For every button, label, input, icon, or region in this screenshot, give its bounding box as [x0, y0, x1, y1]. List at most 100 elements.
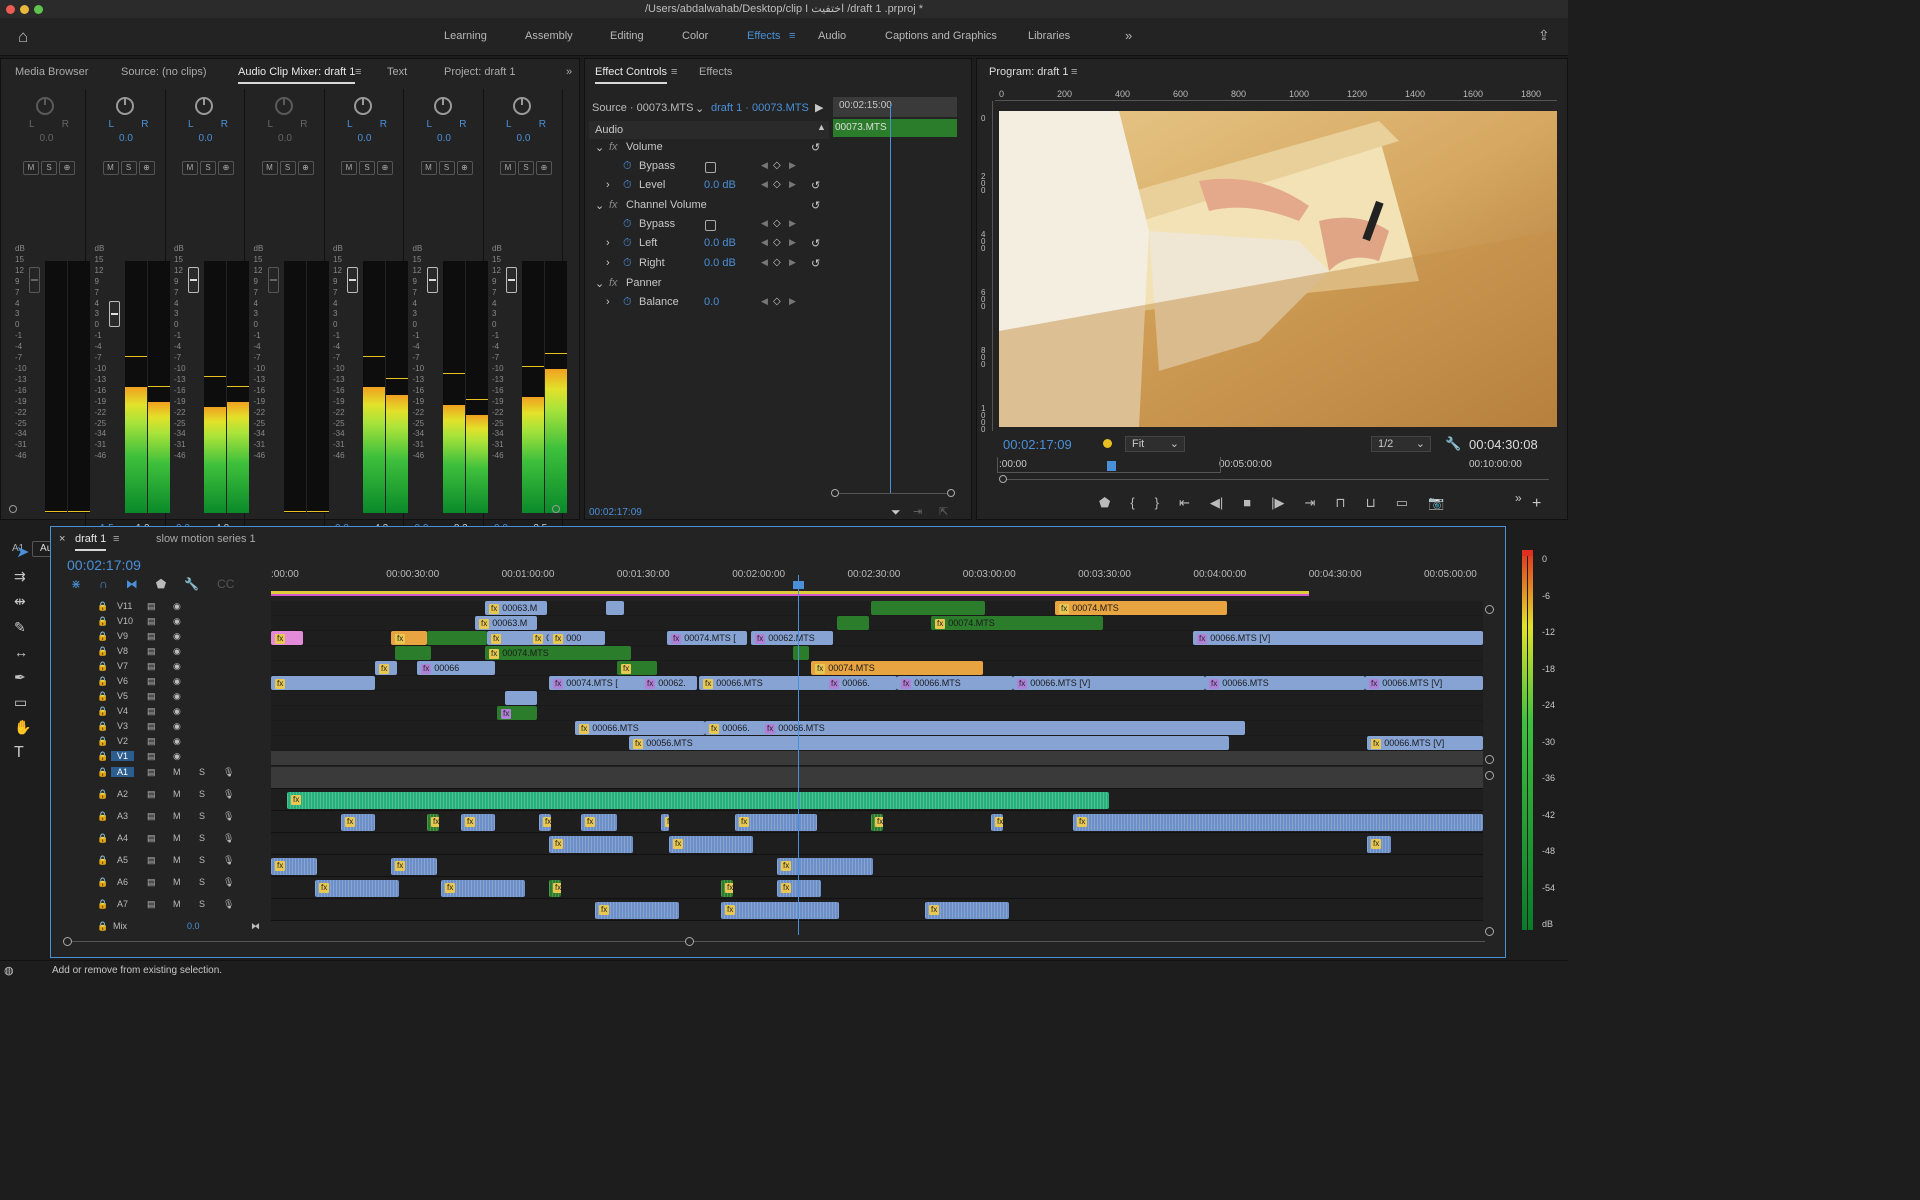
eye-icon[interactable]: ◉	[173, 601, 181, 612]
video-clip[interactable]: fx	[271, 676, 375, 690]
record-enable-button[interactable]: ⊕	[138, 161, 155, 175]
mute-button[interactable]: M	[261, 161, 278, 175]
next-keyframe-icon[interactable]: ▶	[789, 160, 796, 171]
audio-clip[interactable]: fx	[549, 836, 633, 853]
ec-row-left[interactable]: › ⏱ Left 0.0 dB ◀ ◇ ▶ ↺	[585, 237, 825, 256]
video-clip[interactable]	[395, 646, 431, 660]
more-controls-icon[interactable]: »	[1515, 491, 1522, 505]
pan-knob[interactable]	[115, 97, 134, 115]
track-label[interactable]: V2	[117, 736, 128, 746]
lock-icon[interactable]: 🔒	[97, 631, 108, 642]
next-keyframe-icon[interactable]: ▶	[789, 179, 796, 190]
play-audio-icon[interactable]: ⇥	[913, 505, 922, 518]
video-clip[interactable]: fx	[497, 706, 537, 720]
track-label[interactable]: V9	[117, 631, 128, 641]
video-clip[interactable]: fx 00074.MTS [	[667, 631, 747, 645]
mini-timeline[interactable]: :00:00 00:05:00:00 00:10:00:00	[997, 457, 1557, 475]
sync-lock-icon[interactable]: ▤	[147, 691, 156, 702]
marker-icon[interactable]: ⬟	[156, 577, 166, 591]
add-keyframe-icon[interactable]: ◇	[773, 179, 781, 190]
chevron-down-icon[interactable]: ⌄	[695, 102, 704, 115]
stopwatch-icon[interactable]: ⏱	[623, 160, 632, 173]
bypass-checkbox[interactable]	[705, 220, 716, 231]
volume-fader[interactable]	[347, 267, 358, 293]
fit-dropdown[interactable]: Fit ⌄	[1125, 436, 1185, 452]
sync-lock-icon[interactable]: ▤	[147, 616, 156, 627]
reset-icon[interactable]: ↺	[811, 237, 820, 250]
video-track-lane[interactable]	[271, 751, 1483, 766]
razor-tool-icon[interactable]: ✎	[14, 619, 26, 636]
video-clip[interactable]: fx 00066.MTS	[761, 721, 1245, 735]
sync-lock-icon[interactable]: ▤	[147, 877, 156, 888]
volume-fader[interactable]	[506, 267, 517, 293]
selection-tool-icon[interactable]: ➤	[16, 542, 29, 562]
mini-playhead[interactable]	[1107, 461, 1116, 471]
tab-audio-clip-mixer[interactable]: Audio Clip Mixer: draft 1	[238, 66, 356, 84]
program-zoom-left[interactable]	[999, 475, 1007, 483]
slip-tool-icon[interactable]: ↔	[14, 644, 28, 660]
audio-clip[interactable]: fx	[721, 902, 839, 919]
close-window-button[interactable]	[6, 5, 15, 14]
audio-clip[interactable]: fx	[341, 814, 375, 831]
chevron-down-icon[interactable]: ⌄	[595, 277, 604, 290]
audio-clip[interactable]: fx	[777, 880, 821, 897]
pan-knob[interactable]	[513, 97, 531, 115]
audio-clip[interactable]: fx	[271, 858, 317, 875]
play-clip-icon[interactable]: ▶	[815, 101, 823, 114]
tab-effect-controls[interactable]: Effect Controls	[595, 66, 667, 84]
property-value[interactable]: 0.0 dB	[704, 179, 736, 191]
eye-icon[interactable]: ◉	[173, 661, 181, 672]
pan-knob[interactable]	[36, 97, 54, 115]
ec-clip-bar[interactable]: 00073.MTS	[833, 119, 957, 137]
panel-menu-icon[interactable]: ≡	[113, 533, 119, 545]
timeline-zoom-right[interactable]	[685, 937, 694, 946]
fx-icon[interactable]: fx	[609, 199, 618, 211]
video-clip[interactable]: fx	[391, 631, 427, 645]
video-clip[interactable]	[837, 616, 869, 630]
sync-lock-icon[interactable]: ▤	[147, 899, 156, 910]
sync-lock-icon[interactable]: ▤	[147, 676, 156, 687]
audio-clip[interactable]: fx	[595, 902, 679, 919]
comparison-view-icon[interactable]: ▭	[1396, 495, 1408, 511]
reset-icon[interactable]: ↺	[811, 199, 820, 212]
end-marker-icon[interactable]: ⧓	[251, 921, 260, 932]
step-back-icon[interactable]: ◀|	[1210, 495, 1223, 511]
video-clip[interactable]: fx 00056.MTS	[629, 736, 1229, 750]
audio-clip[interactable]: fx	[1367, 836, 1391, 853]
clip-indicator[interactable]	[1522, 550, 1533, 556]
audio-clip[interactable]: fx	[925, 902, 1009, 919]
program-timecode[interactable]: 00:02:17:09	[1003, 437, 1072, 452]
mark-out-icon[interactable]: }	[1155, 495, 1159, 511]
microphone-icon[interactable]: 🎙	[223, 811, 234, 822]
tab-draft-1[interactable]: draft 1	[75, 533, 107, 551]
sync-lock-icon[interactable]: ▤	[147, 661, 156, 672]
lock-icon[interactable]: 🔒	[97, 899, 108, 910]
track-label[interactable]: V3	[117, 721, 128, 731]
video-clip[interactable]: fx 00066.MTS	[1205, 676, 1365, 690]
solo-track-button[interactable]: S	[199, 855, 205, 865]
video-clip[interactable]: fx 00074.MTS	[1055, 601, 1227, 615]
video-clip[interactable]: fx 00074.MTS [	[549, 676, 647, 690]
reset-icon[interactable]: ↺	[811, 179, 820, 192]
audio-clip[interactable]: fx	[721, 880, 733, 897]
mute-track-button[interactable]: M	[173, 855, 181, 865]
more-tabs-icon[interactable]: »	[566, 66, 572, 78]
audio-clip[interactable]: fx	[549, 880, 561, 897]
extract-icon[interactable]: ⊔	[1366, 495, 1376, 511]
lock-icon[interactable]: 🔒	[97, 751, 108, 762]
eye-icon[interactable]: ◉	[173, 706, 181, 717]
track-label[interactable]: A5	[117, 855, 128, 865]
mute-track-button[interactable]: M	[173, 767, 181, 777]
lock-icon[interactable]: 🔒	[97, 811, 108, 822]
video-clip[interactable]: fx 00062.	[641, 676, 697, 690]
pan-value[interactable]: 0.0	[325, 133, 404, 144]
solo-button[interactable]: S	[518, 161, 534, 175]
snap-icon[interactable]: ∩	[99, 577, 108, 591]
eye-icon[interactable]: ◉	[173, 646, 181, 657]
eye-icon[interactable]: ◉	[173, 736, 181, 747]
ec-zoom-track[interactable]	[833, 493, 955, 494]
video-clip[interactable]: fx	[271, 631, 303, 645]
microphone-icon[interactable]: 🎙	[223, 855, 234, 866]
tab-source[interactable]: Source: (no clips)	[121, 66, 207, 78]
solo-button[interactable]: S	[41, 161, 57, 175]
